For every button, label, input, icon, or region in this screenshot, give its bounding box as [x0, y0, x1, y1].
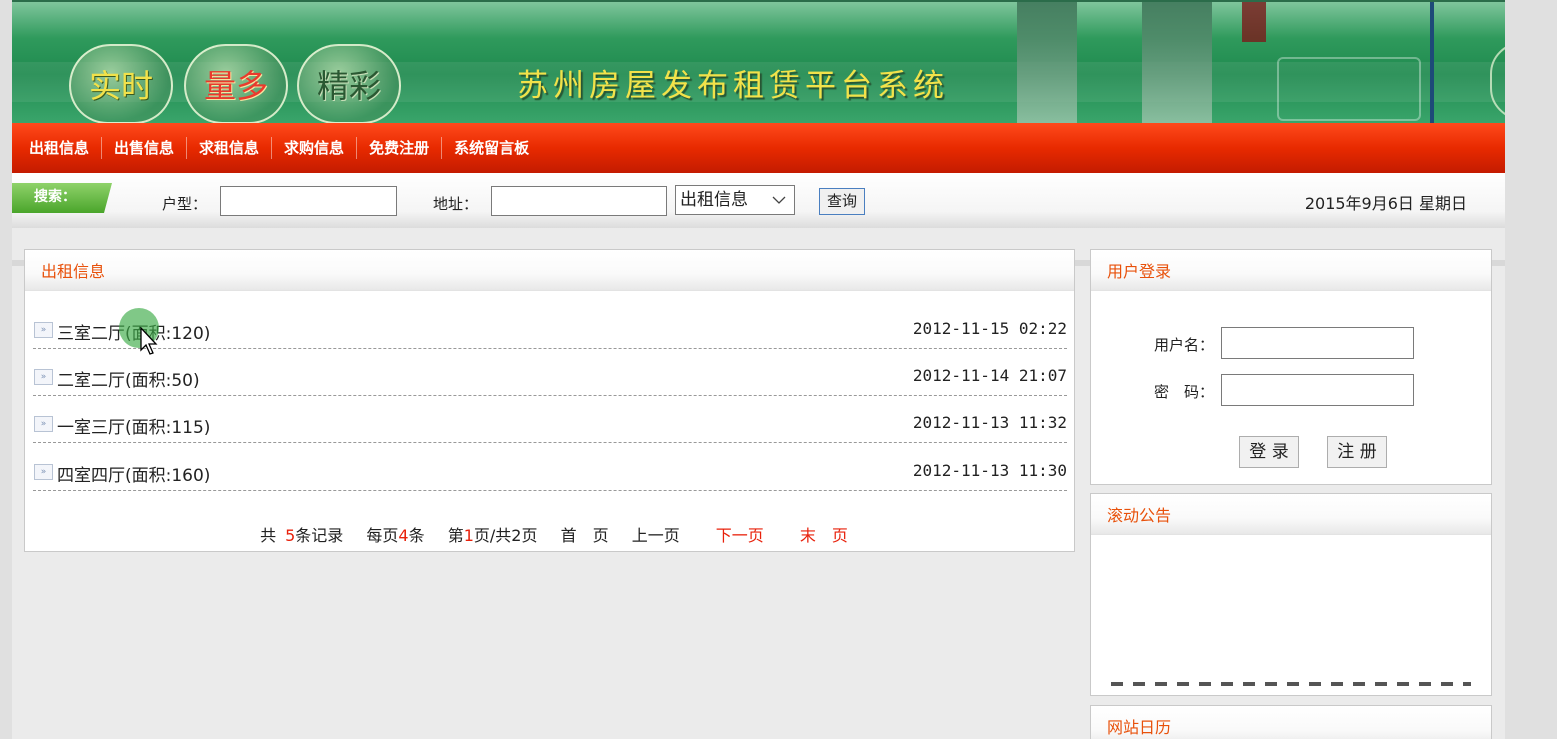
pager-per-prefix: 每页	[366, 526, 399, 545]
listings-panel: 出租信息 » 三室二厅(面积:120) 2012-11-15 02:22 » 二…	[24, 249, 1075, 552]
calendar-panel-title: 网站日历	[1091, 706, 1491, 739]
double-arrow-icon: »	[34, 322, 53, 338]
query-button[interactable]: 查询	[819, 188, 865, 215]
pager-total-prefix: 共	[260, 526, 277, 545]
current-date: 2015年9月6日 星期日	[1304, 194, 1467, 213]
listing-row[interactable]: » 一室三厅(面积:115) 2012-11-13 11:32	[33, 396, 1067, 443]
listing-title[interactable]: 二室二厅(面积:50)	[57, 366, 200, 391]
chevron-down-icon	[772, 186, 786, 224]
pager-prev[interactable]: 上一页	[632, 526, 680, 545]
site-banner: 实时 量多 精彩 苏州房屋发布租赁平台系统	[12, 0, 1505, 123]
pager-total-suffix: 条记录	[295, 526, 344, 545]
banner-divider	[1430, 2, 1434, 123]
category-select-value: 出租信息	[680, 190, 748, 210]
login-button[interactable]: 登 录	[1239, 436, 1299, 468]
listing-title[interactable]: 一室三厅(面积:115)	[57, 413, 210, 438]
nav-item-wanted-buy[interactable]: 求购信息	[272, 137, 358, 159]
banner-figure-bag	[1242, 2, 1266, 42]
nav-item-sale-info[interactable]: 出售信息	[102, 137, 188, 159]
type-label: 户型：	[162, 195, 208, 213]
address-input[interactable]	[491, 186, 667, 216]
mouse-pointer-icon	[140, 327, 158, 355]
password-label: 密 码：	[1154, 383, 1215, 401]
site-title: 苏州房屋发布租赁平台系统	[517, 68, 949, 104]
register-button[interactable]: 注 册	[1327, 436, 1387, 468]
pager-per-suffix: 条	[408, 526, 425, 545]
banner-bubble-3: 精彩	[297, 44, 401, 123]
pager-page-suffix: 页/共2页	[473, 526, 538, 545]
notice-scroll-text-fragment	[1111, 682, 1471, 686]
notice-panel-title: 滚动公告	[1091, 494, 1491, 535]
listings-panel-title: 出租信息	[25, 250, 1074, 291]
banner-bubble-1: 实时	[69, 44, 173, 123]
pager-per-page: 每页4条	[366, 526, 424, 545]
pager-last[interactable]: 末 页	[800, 526, 848, 545]
listing-row[interactable]: » 四室四厅(面积:160) 2012-11-13 11:30	[33, 444, 1067, 491]
banner-bubble-2: 量多	[184, 44, 288, 123]
pager-total: 共 5条记录	[251, 526, 343, 545]
pager-total-count: 5	[285, 526, 296, 545]
listing-time: 2012-11-13 11:32	[912, 413, 1067, 432]
nav-item-rent-info[interactable]: 出租信息	[12, 137, 103, 159]
pager-current: 第1页/共2页	[448, 526, 538, 545]
pagination: 共 5条记录 每页4条 第1页/共2页 首 页 上一页 下一页 末 页	[25, 522, 1074, 546]
login-panel-title: 用户登录	[1091, 250, 1491, 291]
type-input[interactable]	[220, 186, 397, 216]
login-panel: 用户登录 用户名： 密 码： 登 录 注 册	[1090, 249, 1492, 485]
pager-first[interactable]: 首 页	[561, 526, 609, 545]
banner-figure-left	[1017, 2, 1077, 123]
pager-page-prefix: 第	[447, 526, 464, 545]
banner-circle	[1490, 42, 1505, 120]
nav-item-wanted-rent[interactable]: 求租信息	[187, 137, 273, 159]
banner-artwork	[1277, 57, 1421, 121]
page: 实时 量多 精彩 苏州房屋发布租赁平台系统 出租信息 出售信息 求租信息 求购信…	[12, 0, 1505, 739]
pager-page-number: 1	[463, 526, 474, 545]
double-arrow-icon: »	[34, 416, 53, 432]
address-label: 地址：	[433, 195, 479, 213]
pager-per-count: 4	[398, 526, 409, 545]
notice-panel: 滚动公告	[1090, 493, 1492, 696]
listing-row[interactable]: » 二室二厅(面积:50) 2012-11-14 21:07	[33, 349, 1067, 396]
username-label: 用户名：	[1154, 336, 1215, 354]
listing-title[interactable]: 四室四厅(面积:160)	[57, 461, 210, 486]
double-arrow-icon: »	[34, 464, 53, 480]
search-bar: 搜索： 户型： 地址： 出租信息 查询 2015年9月6日 星期日	[12, 173, 1505, 228]
double-arrow-icon: »	[34, 369, 53, 385]
listing-time: 2012-11-14 21:07	[912, 366, 1067, 385]
listing-row[interactable]: » 三室二厅(面积:120) 2012-11-15 02:22	[33, 302, 1067, 349]
pager-next[interactable]: 下一页	[716, 526, 764, 545]
banner-figure-right	[1142, 2, 1212, 123]
password-input[interactable]	[1221, 374, 1414, 406]
category-select[interactable]: 出租信息	[675, 185, 795, 215]
search-tag: 搜索：	[12, 183, 112, 213]
main-nav: 出租信息 出售信息 求租信息 求购信息 免费注册 系统留言板	[12, 123, 1505, 173]
nav-item-message-board[interactable]: 系统留言板	[442, 137, 541, 159]
nav-item-register[interactable]: 免费注册	[357, 137, 443, 159]
calendar-panel: 网站日历	[1090, 705, 1492, 739]
listing-time: 2012-11-13 11:30	[912, 461, 1067, 480]
username-input[interactable]	[1221, 327, 1414, 359]
notice-scroll-area	[1111, 682, 1471, 686]
listing-time: 2012-11-15 02:22	[912, 319, 1067, 338]
